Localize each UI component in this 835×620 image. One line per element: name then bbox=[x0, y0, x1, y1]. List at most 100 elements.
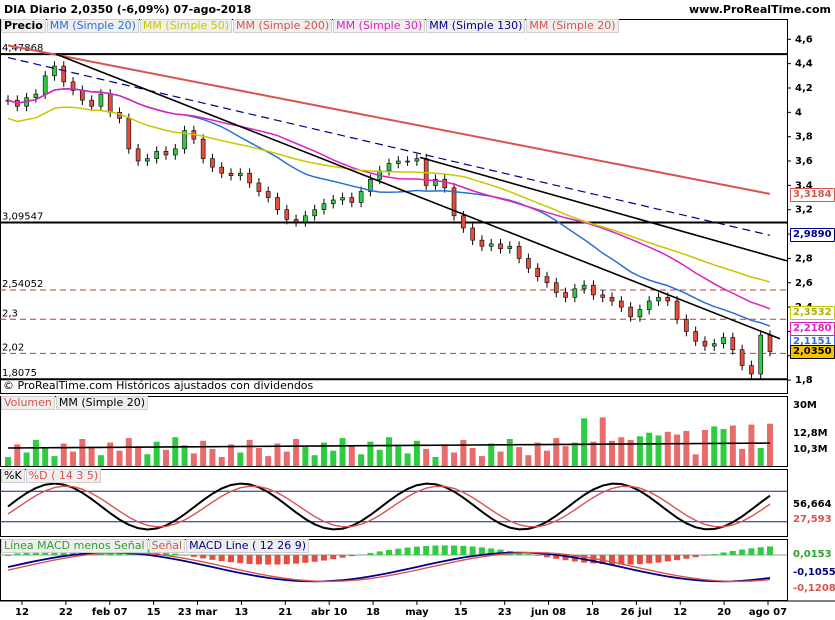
volume-bar bbox=[646, 432, 653, 466]
level-label: 2,02 bbox=[2, 342, 24, 353]
candle-body bbox=[126, 118, 132, 150]
candle-body bbox=[479, 239, 485, 247]
volume-legend-item[interactable]: Volumen bbox=[1, 396, 55, 410]
price-legend-item[interactable]: MM (Simple 130) bbox=[426, 19, 526, 33]
volume-bar bbox=[739, 448, 746, 466]
volume-bar bbox=[441, 444, 448, 466]
macd-legend-item[interactable]: Línea MACD menos Señal bbox=[1, 539, 148, 553]
volume-bar bbox=[42, 448, 49, 466]
volume-legend-item[interactable]: MM (Simple 20) bbox=[55, 396, 149, 410]
macd-histogram-bar bbox=[302, 555, 309, 563]
candle-body bbox=[684, 318, 689, 332]
price-panel bbox=[0, 19, 788, 394]
candle-body bbox=[321, 203, 327, 211]
price-legend-item[interactable]: MM (Simple 30) bbox=[333, 19, 426, 33]
macd-legend-item[interactable]: MACD Line ( 12 26 9) bbox=[186, 539, 310, 553]
price-value-tag: 2,3532 bbox=[790, 305, 835, 320]
volume-bar bbox=[757, 448, 764, 466]
volume-bar bbox=[246, 439, 253, 466]
macd-histogram-bar bbox=[413, 546, 420, 555]
volume-bar bbox=[88, 447, 95, 466]
volume-bar bbox=[302, 447, 309, 466]
macd-legend: Línea MACD menos Señal Señal MACD Line ( 1… bbox=[1, 539, 310, 554]
trendline-upper bbox=[419, 156, 788, 262]
volume-bar bbox=[469, 448, 476, 466]
volume-bar bbox=[497, 451, 504, 466]
volume-bar bbox=[571, 442, 578, 466]
macd-histogram-bar bbox=[339, 555, 346, 558]
time-tick-label: ago 07 bbox=[749, 607, 787, 618]
candle-body bbox=[145, 158, 150, 162]
trendline-main bbox=[55, 53, 781, 340]
macd-histogram-bar bbox=[451, 545, 458, 555]
candle-body bbox=[535, 267, 540, 277]
price-tick-label: 3,2 bbox=[795, 205, 813, 216]
price-tick-label: 3,6 bbox=[795, 156, 813, 167]
candle-body bbox=[674, 300, 680, 320]
macd-histogram-bar bbox=[636, 555, 643, 565]
candle-body bbox=[526, 258, 531, 269]
stoch-value-tag: 27,593 bbox=[793, 514, 832, 525]
macd-histogram-bar bbox=[283, 555, 290, 565]
candle-body bbox=[442, 178, 448, 189]
volume-bar bbox=[534, 442, 541, 466]
volume-bar bbox=[181, 445, 188, 466]
macd-histogram-bar bbox=[720, 552, 727, 555]
macd-histogram-bar bbox=[209, 555, 216, 560]
candle-body bbox=[470, 227, 475, 241]
price-legend-item[interactable]: Precio bbox=[1, 19, 46, 33]
candle-body bbox=[395, 160, 401, 164]
price-legend-item[interactable]: MM (Simple 50) bbox=[139, 19, 233, 33]
macd-histogram-bar bbox=[200, 555, 207, 559]
volume-bar bbox=[451, 452, 458, 466]
time-tick-label: abr 10 bbox=[311, 607, 347, 618]
price-tick-label: 4,4 bbox=[795, 59, 813, 70]
candle-body bbox=[172, 148, 178, 156]
price-legend-item[interactable]: MM (Simple 200) bbox=[233, 19, 333, 33]
price-tick-label: 2,6 bbox=[795, 278, 813, 289]
macd-histogram-bar bbox=[646, 555, 653, 564]
volume-bar bbox=[432, 457, 439, 466]
candle-body bbox=[516, 245, 522, 259]
volume-bar bbox=[293, 439, 300, 466]
volume-bar bbox=[135, 446, 142, 466]
volume-bar bbox=[283, 451, 290, 466]
candle-body bbox=[135, 148, 141, 162]
level-label: 1,8075 bbox=[2, 368, 37, 379]
volume-legend: Volumen MM (Simple 20) bbox=[1, 396, 149, 411]
volume-bar bbox=[125, 438, 132, 466]
candle-body bbox=[600, 294, 606, 298]
stochastic-legend: %K %D ( 14 3 5) bbox=[1, 469, 102, 484]
candle-body bbox=[507, 245, 513, 249]
macd-histogram-bar bbox=[255, 555, 262, 565]
volume-bar bbox=[23, 452, 30, 466]
macd-value-tag: -0,1208 bbox=[793, 583, 835, 594]
stoch-legend-item[interactable]: %D ( 14 3 5) bbox=[25, 469, 102, 483]
volume-bar bbox=[339, 438, 346, 466]
candle-body bbox=[646, 300, 652, 310]
macd-histogram-bar bbox=[293, 555, 300, 564]
volume-bar bbox=[190, 453, 197, 466]
time-tick-label: feb 07 bbox=[92, 607, 128, 618]
level-label: 2,54052 bbox=[2, 279, 43, 290]
candle-body bbox=[200, 138, 206, 159]
macd-legend-item[interactable]: Señal bbox=[148, 539, 186, 553]
time-tick-label: 26 jul bbox=[621, 607, 652, 618]
time-tick-label: 12 bbox=[673, 607, 687, 618]
candle-body bbox=[619, 300, 624, 308]
price-legend-item[interactable]: MM (Simple 20) bbox=[526, 19, 619, 33]
candle-body bbox=[572, 288, 578, 298]
volume-bar bbox=[311, 455, 318, 466]
macd-histogram-bar bbox=[664, 555, 671, 562]
macd-histogram-bar bbox=[311, 555, 318, 562]
candle-body bbox=[256, 182, 262, 192]
price-tick-label: 4,2 bbox=[795, 83, 813, 94]
candle-body bbox=[544, 276, 550, 284]
stoch-legend-item[interactable]: %K bbox=[1, 469, 25, 483]
volume-bar bbox=[562, 446, 569, 466]
macd-histogram-bar bbox=[404, 547, 411, 555]
volume-bar bbox=[423, 448, 430, 466]
macd-histogram-bar bbox=[376, 551, 383, 555]
price-legend-item[interactable]: MM (Simple 20) bbox=[46, 19, 139, 33]
candle-body bbox=[349, 197, 355, 203]
